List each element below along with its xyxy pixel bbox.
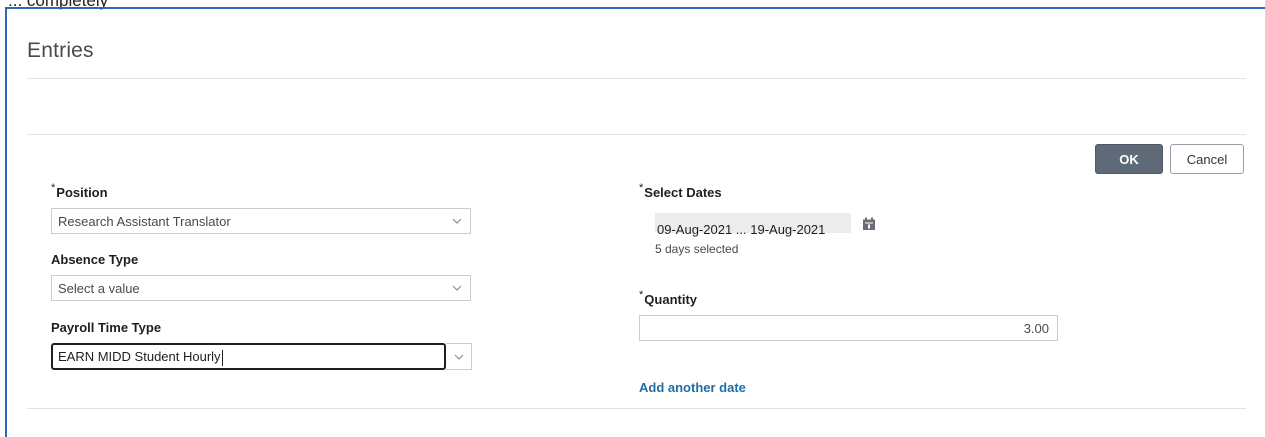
position-value: Research Assistant Translator — [58, 214, 231, 229]
page-title: Entries — [27, 39, 94, 62]
absence-type-value: Select a value — [58, 281, 140, 296]
divider — [27, 408, 1246, 409]
text-caret — [221, 349, 223, 366]
absence-type-select[interactable]: Select a value — [51, 275, 471, 301]
calendar-icon[interactable] — [862, 217, 876, 231]
date-range-value: 09-Aug-2021 ... 19-Aug-2021 — [657, 222, 826, 237]
payroll-time-type-dropdown-button[interactable] — [446, 343, 472, 370]
chevron-down-icon — [452, 285, 462, 291]
payroll-time-type-value: EARN MIDD Student Hourly — [58, 349, 221, 364]
chevron-down-icon — [454, 354, 464, 360]
days-selected-text: 5 days selected — [655, 242, 739, 256]
divider — [27, 78, 1246, 79]
date-range-field[interactable]: 09-Aug-2021 ... 19-Aug-2021 — [655, 213, 851, 237]
position-label: *Position — [51, 182, 108, 200]
chevron-down-icon — [452, 218, 462, 224]
payroll-time-type-input[interactable]: EARN MIDD Student Hourly — [51, 343, 446, 370]
required-marker: * — [639, 289, 644, 301]
divider — [27, 134, 1246, 135]
ok-button[interactable]: OK — [1095, 144, 1163, 174]
select-dates-label: *Select Dates — [639, 182, 722, 200]
absence-type-label: Absence Type — [51, 252, 139, 267]
position-select[interactable]: Research Assistant Translator — [51, 208, 471, 234]
quantity-value: 3.00 — [1023, 321, 1049, 336]
cancel-button-label: Cancel — [1186, 151, 1228, 167]
quantity-input[interactable]: 3.00 — [639, 315, 1058, 341]
payroll-time-type-label: Payroll Time Type — [51, 320, 162, 335]
required-marker: * — [51, 182, 56, 194]
cancel-button[interactable]: Cancel — [1170, 144, 1244, 174]
required-marker: * — [639, 182, 644, 194]
quantity-label: *Quantity — [639, 289, 698, 307]
add-another-date-link[interactable]: Add another date — [639, 380, 746, 395]
